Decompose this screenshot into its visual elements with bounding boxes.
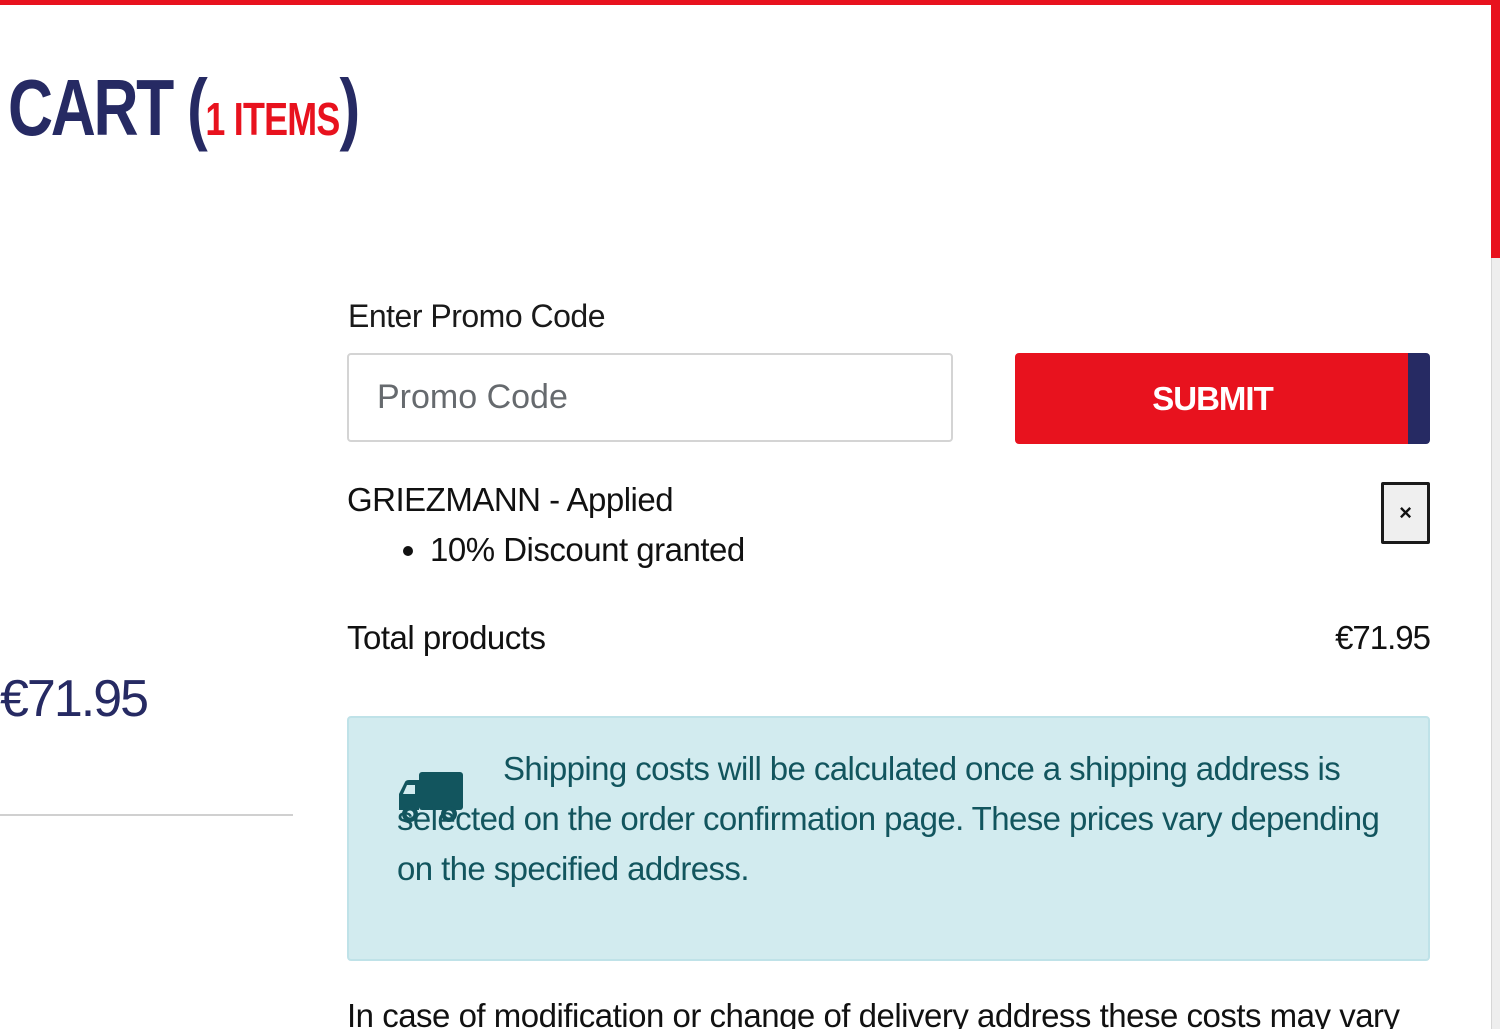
cart-item-count: 1 ITEMS [205,93,340,145]
applied-promo-text: GRIEZMANN - Applied [347,481,674,518]
delivery-change-note: In case of modification or change of del… [347,997,1400,1029]
total-products-value: €71.95 [1335,619,1431,656]
remove-promo-button[interactable]: × [1381,482,1430,544]
discount-list: 10% Discount granted [348,530,745,570]
cart-subtotal-price: €71.95 [0,670,149,728]
submit-promo-button[interactable]: SUBMIT [1015,353,1430,444]
page-title: CART (1 ITEMS) [8,58,361,169]
page-title-text: CART [8,63,174,152]
discount-item: 10% Discount granted [430,530,745,570]
promo-code-input[interactable] [347,353,953,442]
right-accent-bar [1491,0,1500,258]
total-products-label: Total products [347,619,546,656]
cart-page: CART (1 ITEMS) €71.95 Enter Promo Code S… [0,0,1500,1029]
shipping-info-box: Shipping costs will be calculated once a… [347,716,1430,961]
title-paren-close: ) [339,63,361,152]
title-paren-open: ( [186,63,208,152]
top-accent-bar [0,0,1500,5]
scrollbar-track[interactable] [1491,258,1500,1029]
shipping-message: Shipping costs will be calculated once a… [397,750,1380,887]
summary-divider [0,814,293,816]
promo-code-label: Enter Promo Code [348,298,606,334]
